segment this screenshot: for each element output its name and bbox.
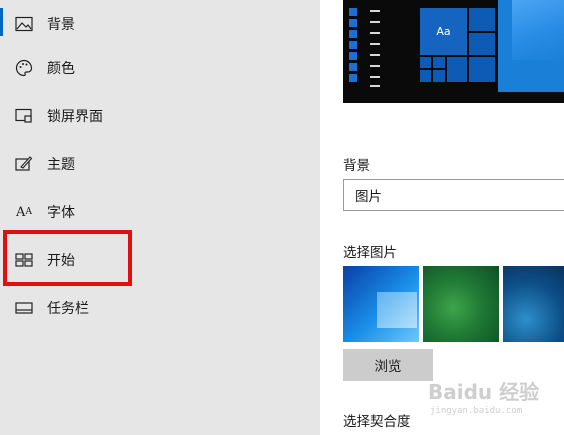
preview-desktop xyxy=(498,0,564,92)
sidebar-item-lock-screen[interactable]: 锁屏界面 xyxy=(0,92,320,140)
sidebar-item-label: 字体 xyxy=(47,205,75,221)
preview-tile xyxy=(433,70,445,82)
preview-tile xyxy=(433,57,445,68)
watermark: Baidu 经验 jingyan.baidu.com xyxy=(428,372,564,420)
preview-tile xyxy=(420,70,431,82)
picture-thumb-green[interactable] xyxy=(423,266,499,342)
theme-preview: Aa xyxy=(343,0,564,103)
preview-tile xyxy=(469,8,495,31)
sidebar-item-themes[interactable]: 主题 xyxy=(0,140,320,188)
settings-sidebar: 背景 颜色 锁屏界面 主题 AA 字体 开始 任务栏 xyxy=(0,0,320,435)
sidebar-item-colors[interactable]: 颜色 xyxy=(0,44,320,92)
main-panel: Aa 背景 图片 选择图片 浏览 选择契合度 xyxy=(320,0,564,435)
sidebar-item-taskbar[interactable]: 任务栏 xyxy=(0,284,320,332)
sidebar-item-background[interactable]: 背景 xyxy=(0,0,320,48)
lock-screen-icon xyxy=(14,106,34,126)
choose-picture-label: 选择图片 xyxy=(343,245,397,261)
browse-button[interactable]: 浏览 xyxy=(343,349,433,381)
choose-fit-label: 选择契合度 xyxy=(343,414,411,430)
sidebar-item-label: 主题 xyxy=(47,157,75,173)
font-icon: AA xyxy=(16,204,32,220)
active-indicator xyxy=(0,8,3,36)
theme-brush-icon xyxy=(14,154,34,174)
sidebar-item-label: 背景 xyxy=(47,17,75,33)
preview-tile-large: Aa xyxy=(420,8,467,55)
watermark-url: jingyan.baidu.com xyxy=(430,406,523,416)
sidebar-item-label: 锁屏界面 xyxy=(47,109,103,125)
watermark-text: Baidu 经验 xyxy=(428,380,540,404)
preview-tile xyxy=(447,57,467,82)
picture-thumb-windows[interactable] xyxy=(343,266,419,342)
sidebar-item-label: 任务栏 xyxy=(47,301,89,317)
sidebar-item-fonts[interactable]: AA 字体 xyxy=(0,188,320,236)
image-icon xyxy=(14,14,34,34)
picture-thumb-ocean[interactable] xyxy=(503,266,564,342)
sidebar-item-label: 颜色 xyxy=(47,61,75,77)
background-label: 背景 xyxy=(343,158,370,174)
background-dropdown[interactable]: 图片 xyxy=(343,179,564,211)
palette-icon xyxy=(14,58,34,78)
highlight-box xyxy=(3,230,132,286)
preview-tile xyxy=(469,57,495,82)
preview-tile xyxy=(420,57,431,68)
preview-tile xyxy=(469,33,495,55)
taskbar-icon xyxy=(14,298,34,318)
